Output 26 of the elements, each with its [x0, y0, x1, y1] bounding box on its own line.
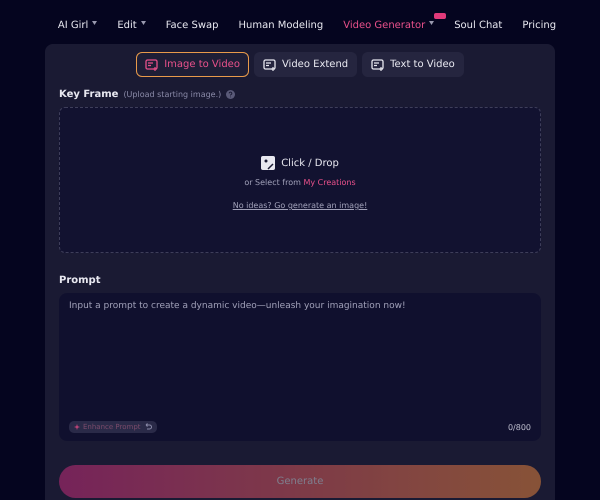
click-drop-label: Click / Drop — [281, 158, 339, 168]
image-frame-icon — [145, 58, 158, 70]
nav-link[interactable]: Video Generator — [333, 12, 444, 32]
sparkle-icon — [74, 424, 80, 430]
help-icon[interactable] — [226, 90, 236, 98]
nav-link[interactable]: Pricing — [512, 12, 566, 32]
nav-link[interactable]: Soul Chat — [444, 12, 512, 32]
nav-link[interactable]: AI Girl — [48, 12, 108, 32]
generate-image-link[interactable]: No ideas? Go generate an image! — [232, 201, 368, 210]
mode-tab[interactable]: Text to Video — [362, 52, 464, 77]
upload-dropzone[interactable]: Click / Drop or Select from My Creations No ideas? Go generate an image! — [59, 107, 541, 253]
image-frame-icon — [371, 58, 384, 70]
hint-text: (Upload starting image.) — [123, 90, 222, 98]
image-upload-icon — [261, 156, 276, 170]
nav-link[interactable]: Face Swap — [156, 12, 228, 32]
nav-link[interactable]: Edit — [107, 12, 156, 32]
mode-tab[interactable]: Image to Video — [136, 52, 249, 77]
undo-icon — [144, 423, 152, 431]
section-label: Key Frame — [59, 88, 118, 100]
nav-link[interactable]: Human Modeling — [228, 12, 334, 32]
image-frame-icon — [262, 58, 276, 70]
select-text: or Select from — [244, 178, 301, 187]
section-label: Prompt — [59, 274, 100, 286]
character-count: 0/800 — [508, 422, 531, 432]
mode-tab[interactable]: Video Extend — [254, 52, 358, 77]
my-creations-link[interactable]: My Creations — [303, 178, 356, 187]
